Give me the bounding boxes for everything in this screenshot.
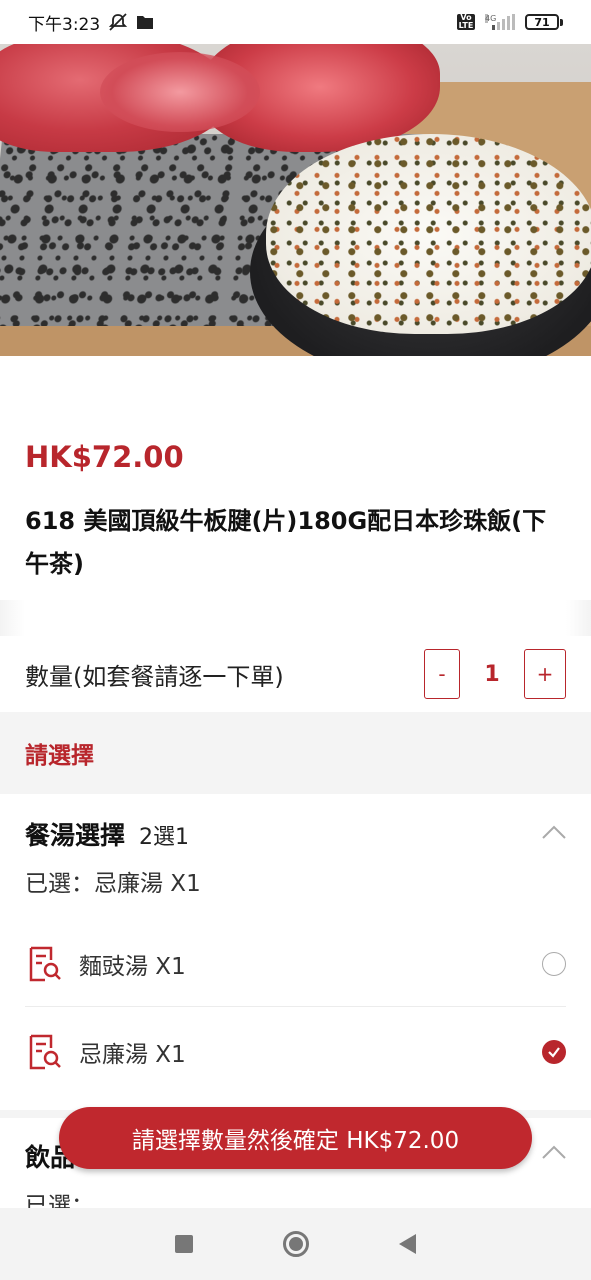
option-divider <box>25 1006 566 1007</box>
soup-group-rule: 2選1 <box>139 825 190 850</box>
battery-icon: 71 <box>525 14 563 30</box>
chevron-up-icon[interactable] <box>541 1140 567 1166</box>
product-price: HK$72.00 <box>25 440 184 474</box>
soup-option-label: 忌廉湯 X1 <box>79 1042 186 1068</box>
quantity-stepper: - 1 + <box>424 649 566 699</box>
home-icon[interactable] <box>283 1231 309 1257</box>
check-icon <box>548 1047 560 1058</box>
soup-option-label: 麵豉湯 X1 <box>79 954 186 980</box>
soup-group-header[interactable]: 餐湯選擇 2選1 <box>25 816 189 852</box>
mute-icon <box>108 12 128 32</box>
increase-quantity-button[interactable]: + <box>524 649 566 699</box>
volte-icon: Vo LTE <box>457 13 475 30</box>
menu-search-icon <box>29 1034 61 1070</box>
quantity-label: 數量(如套餐請逐一下單) <box>25 662 284 691</box>
status-bar: 下午3:23 Vo LTE 4G 71 <box>0 0 591 44</box>
confirm-order-button[interactable]: 請選擇數量然後確定 HK$72.00 <box>59 1107 532 1169</box>
options-section-header: 請選擇 <box>0 712 591 794</box>
radio-unchecked[interactable] <box>542 952 566 976</box>
quantity-value: 1 <box>484 661 500 687</box>
menu-search-icon <box>29 946 61 982</box>
system-nav-bar <box>0 1208 591 1280</box>
signal-icon: 4G <box>485 14 515 30</box>
recent-apps-icon[interactable] <box>175 1235 193 1253</box>
folder-icon <box>136 14 154 30</box>
soup-option-group: 餐湯選擇 2選1 已選：忌廉湯 X1 麵豉湯 X1 忌廉湯 X1 <box>0 794 591 1094</box>
soup-group-name: 餐湯選擇 <box>25 821 126 850</box>
product-image <box>0 42 591 356</box>
decrease-quantity-button[interactable]: - <box>424 649 460 699</box>
radio-checked[interactable] <box>542 1040 566 1064</box>
product-detail-page: 下午3:23 Vo LTE 4G 71 HK$72.00 618 美國頂級牛板腱… <box>0 0 591 1280</box>
back-icon[interactable] <box>399 1234 416 1254</box>
product-title: 618 美國頂級牛板腱(片)180G配日本珍珠飯(下午茶) <box>25 507 547 578</box>
soup-option-cream[interactable]: 忌廉湯 X1 <box>25 1008 566 1096</box>
chevron-up-icon[interactable] <box>541 820 567 846</box>
status-time: 下午3:23 <box>28 14 101 35</box>
soup-selected-summary: 已選：忌廉湯 X1 <box>25 871 201 897</box>
options-section-title: 請選擇 <box>25 743 94 769</box>
soup-option-miso[interactable]: 麵豉湯 X1 <box>25 920 566 1008</box>
divider <box>0 600 591 636</box>
quantity-row: 數量(如套餐請逐一下單) - 1 + <box>0 636 591 712</box>
